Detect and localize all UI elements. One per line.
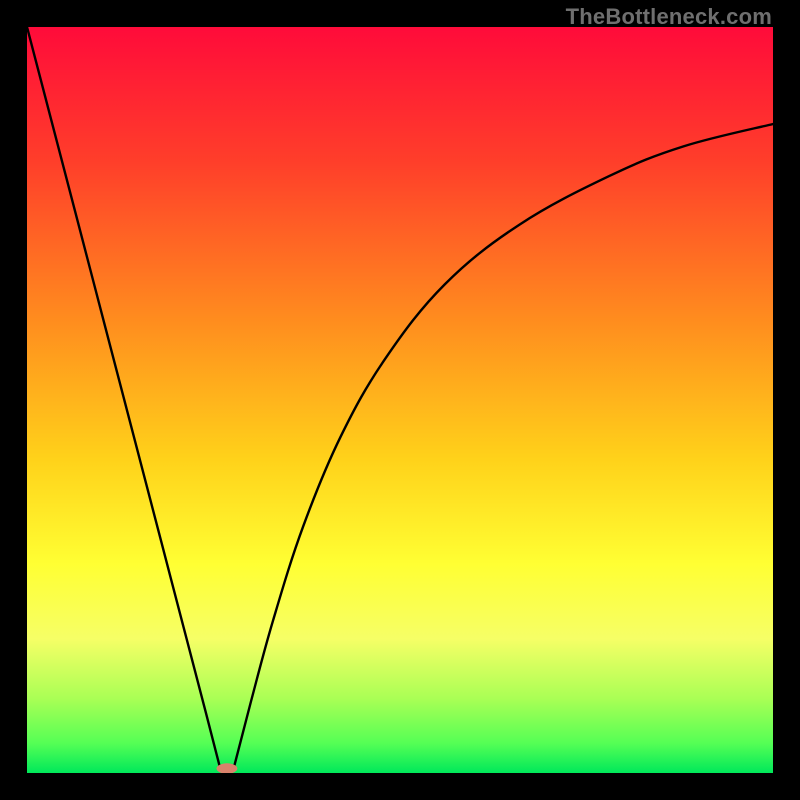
chart-svg bbox=[27, 27, 773, 773]
plot-area bbox=[27, 27, 773, 773]
chart-frame: TheBottleneck.com bbox=[0, 0, 800, 800]
gradient-background bbox=[27, 27, 773, 773]
